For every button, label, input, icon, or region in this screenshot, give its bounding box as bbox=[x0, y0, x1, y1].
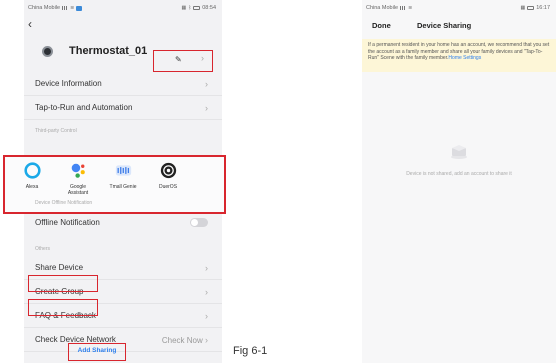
battery-icon bbox=[527, 6, 535, 10]
offline-section-label: Device Offline Notification bbox=[35, 200, 93, 206]
others-section-label: Others bbox=[35, 246, 51, 252]
chevron-right-icon: › bbox=[205, 334, 208, 345]
figure-caption: Fig 6-1 bbox=[233, 345, 268, 357]
add-sharing-button[interactable]: Add Sharing bbox=[68, 347, 126, 354]
sim-icon: ▦ bbox=[181, 5, 187, 11]
check-now-label: Check Now bbox=[161, 335, 203, 345]
dueros-label: DuerOS bbox=[158, 184, 178, 190]
share-device-label: Share Device bbox=[35, 263, 84, 272]
carrier-name: China Mobile bbox=[28, 5, 61, 11]
back-chevron-icon[interactable]: ‹ bbox=[28, 18, 32, 30]
device-information-label: Device Information bbox=[35, 79, 102, 88]
done-button[interactable]: Done bbox=[372, 21, 391, 30]
share-device-highlight bbox=[28, 275, 98, 292]
wifi-icon: ≋ bbox=[70, 5, 75, 11]
google-assistant-label: Google Assistant bbox=[67, 184, 89, 196]
tap-to-run-label: Tap-to-Run and Automation bbox=[35, 103, 133, 112]
create-group-highlight bbox=[28, 299, 98, 316]
navigation-bar: Done Device Sharing bbox=[362, 16, 556, 34]
thermostat-device-icon bbox=[42, 45, 53, 57]
wifi-icon: ≋ bbox=[408, 5, 413, 11]
offline-notification-label: Offline Notification bbox=[35, 217, 100, 227]
third-party-section-label: Third-party Control bbox=[35, 128, 77, 134]
carrier-name: China Mobile bbox=[366, 5, 399, 11]
tmall-genie-icon bbox=[115, 165, 131, 176]
google-assistant-icon bbox=[71, 163, 85, 178]
chevron-right-icon: › bbox=[205, 310, 208, 321]
battery-icon bbox=[193, 6, 201, 10]
dueros-icon bbox=[160, 162, 176, 179]
page-title: Device Sharing bbox=[417, 20, 472, 30]
home-settings-link[interactable]: Home Settings bbox=[448, 55, 481, 61]
signal-icon bbox=[400, 6, 407, 10]
signal-icon bbox=[62, 6, 69, 10]
tmall-genie-item[interactable]: Tmall Genie bbox=[103, 162, 143, 190]
status-bar: China Mobile ≋ ▦ 16:17 bbox=[362, 0, 556, 16]
empty-state-text: Device is not shared, add an account to … bbox=[406, 171, 512, 177]
chevron-right-icon: › bbox=[205, 78, 208, 89]
device-information-row[interactable]: Device Information › bbox=[24, 72, 222, 96]
alexa-label: Alexa bbox=[25, 184, 39, 190]
tmall-genie-label: Tmall Genie bbox=[109, 184, 137, 190]
offline-notification-toggle[interactable] bbox=[190, 217, 208, 227]
status-time: 08:54 bbox=[202, 5, 216, 11]
google-assistant-item[interactable]: Google Assistant bbox=[58, 162, 98, 196]
alexa-item[interactable]: Alexa bbox=[12, 162, 52, 190]
chevron-right-icon: › bbox=[205, 262, 208, 273]
family-member-notice: If a permanent resident in your home has… bbox=[362, 39, 556, 72]
device-sharing-screen: China Mobile ≋ ▦ 16:17 Done Device Shari… bbox=[362, 0, 556, 363]
device-name: Thermostat_01 bbox=[69, 45, 148, 57]
dueros-item[interactable]: DuerOS bbox=[148, 162, 188, 190]
chevron-right-icon: › bbox=[205, 102, 208, 113]
status-time: 16:17 bbox=[536, 5, 550, 11]
sim-icon: ▦ bbox=[520, 5, 526, 11]
status-bar: China Mobile ≋ ▦ ᛒ 08:54 bbox=[24, 0, 222, 16]
bluetooth-icon: ᛒ bbox=[188, 5, 192, 11]
tap-to-run-row[interactable]: Tap-to-Run and Automation › bbox=[24, 96, 222, 120]
edit-name-highlight bbox=[153, 50, 213, 72]
chevron-right-icon: › bbox=[205, 286, 208, 297]
empty-box-icon bbox=[451, 145, 467, 159]
alexa-icon bbox=[23, 162, 41, 179]
app-notification-icon bbox=[76, 5, 83, 11]
